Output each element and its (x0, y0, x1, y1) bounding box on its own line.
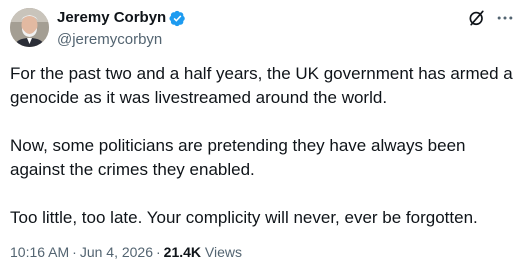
tweet-meta: 10:16 AM · Jun 4, 2026 · 21.4K Views (10, 243, 242, 261)
timestamp-date[interactable]: Jun 4, 2026 (80, 244, 153, 260)
tweet-paragraph-3: Too little, too late. Your complicity wi… (10, 208, 478, 227)
handle[interactable]: @jeremycorbyn (57, 30, 186, 50)
verified-badge-icon[interactable] (169, 10, 186, 27)
profile-photo-icon (10, 8, 49, 47)
tweet-text: For the past two and a half years, the U… (10, 62, 522, 230)
display-name[interactable]: Jeremy Corbyn (57, 8, 166, 28)
views-label: Views (204, 244, 243, 260)
views-count[interactable]: 21.4K (164, 244, 201, 260)
more-icon[interactable] (495, 8, 515, 28)
separator-dot: · (72, 244, 77, 260)
timestamp-time[interactable]: 10:16 AM (10, 244, 69, 260)
avatar[interactable] (10, 8, 49, 47)
separator-dot: · (156, 244, 161, 260)
grok-icon[interactable] (467, 8, 487, 28)
tweet-card: Jeremy Corbyn @jeremycorbyn For the past… (0, 0, 528, 278)
tweet-paragraph-1: For the past two and a half years, the U… (10, 64, 513, 107)
author-info: Jeremy Corbyn @jeremycorbyn (57, 8, 186, 50)
tweet-paragraph-2: Now, some politicians are pretending the… (10, 136, 466, 179)
name-row: Jeremy Corbyn (57, 8, 186, 28)
